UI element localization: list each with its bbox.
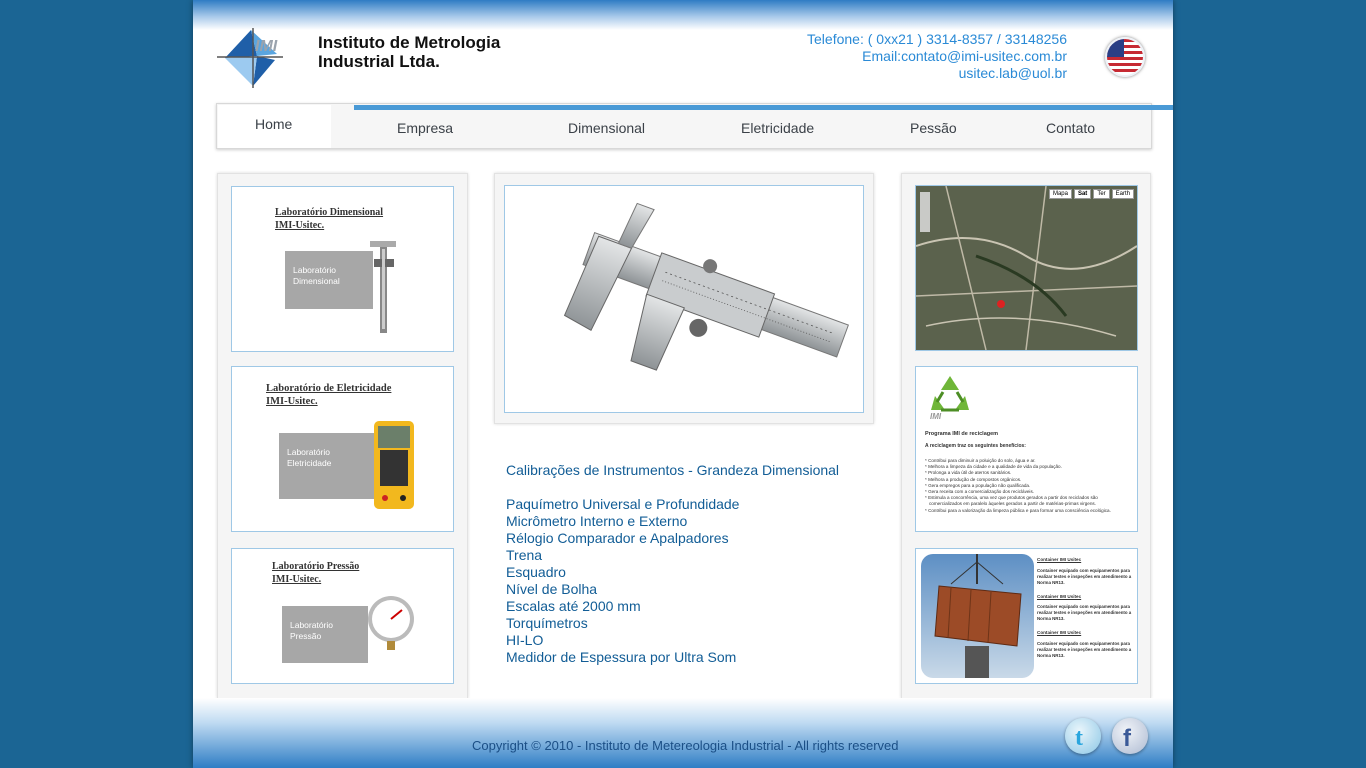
map-button-sat[interactable]: Sat (1073, 189, 1092, 199)
lab-card-title: Laboratório de Eletricidade IMI-Usitec. (266, 382, 391, 408)
email-link[interactable]: Email:contato@imi-usitec.com.br (807, 48, 1067, 65)
list-item: Micrômetro Interno e Externo (506, 513, 688, 529)
copyright-text: Copyright © 2010 - Instituto de Metereol… (472, 738, 899, 753)
recycle-card[interactable]: IMI Programa IMI de reciclagem A recicla… (915, 366, 1138, 532)
nav-item-empresa[interactable]: Empresa (397, 120, 453, 136)
lab-card-label-box: Laboratório Pressão (282, 606, 368, 663)
container-block-text: Container equipado com equipamentos para… (1037, 567, 1132, 585)
container-block-title: Container IMI Usitec (1037, 593, 1082, 599)
nav-item-home[interactable]: Home (255, 116, 292, 132)
lab-card-title-line1: Laboratório de Eletricidade (266, 383, 392, 394)
page-container: IMI Instituto de Metrologia Industrial L… (193, 0, 1173, 768)
caliper-icon (370, 241, 396, 333)
list-item: Esquadro (506, 564, 566, 580)
phone-text: Telefone: ( 0xx21 ) 3314-8357 / 33148256 (807, 31, 1067, 47)
top-gradient (193, 0, 1173, 30)
lab-card-label-box: Laboratório Eletricidade (279, 433, 375, 499)
list-item: Trena (506, 547, 543, 563)
recycle-bullet: * Contribui para a valorização da limpez… (925, 507, 1111, 513)
lab-card-dimensional[interactable]: Laboratório Dimensional IMI-Usitec. Labo… (231, 186, 454, 352)
container-card[interactable]: Container IMI Usitec Container equipado … (915, 548, 1138, 684)
footer-gradient (193, 698, 1173, 768)
us-flag-graphic (1107, 39, 1143, 75)
lab-card-eletricidade[interactable]: Laboratório de Eletricidade IMI-Usitec. … (231, 366, 454, 532)
lab-card-title-line1: Laboratório Dimensional (275, 207, 384, 218)
list-item: Rélogio Comparador e Apalpadores (506, 530, 729, 546)
lab-box-line1: Laboratório (287, 447, 331, 457)
lab-box-line1: Laboratório (290, 620, 334, 630)
lab-card-title-line2: IMI-Usitec. (272, 574, 322, 585)
satellite-map-icon (915, 185, 1138, 351)
multimeter-icon (374, 421, 414, 509)
container-text: Container IMI Usitec Container equipado … (1037, 557, 1135, 659)
svg-text:t: t (1075, 725, 1083, 751)
recycle-title: Programa IMI de reciclagem (925, 431, 999, 437)
twitter-icon[interactable]: t (1065, 718, 1101, 754)
pressure-gauge-icon (368, 596, 414, 650)
nav-item-pressao[interactable]: Pessão (910, 120, 957, 136)
lab-box-line2: Eletricidade (287, 458, 332, 468)
map-widget[interactable]: Mapa Sat Ter Earth (915, 185, 1138, 351)
contact-info: Telefone: ( 0xx21 ) 3314-8357 / 33148256… (807, 31, 1067, 82)
map-button-ter[interactable]: Ter (1093, 189, 1110, 199)
container-block-text: Container equipado com equipamentos para… (1037, 604, 1132, 621)
facebook-icon[interactable]: f (1112, 718, 1148, 754)
container-block-text: Container equipado com equipamentos para… (1037, 640, 1132, 658)
email-link-2[interactable]: usitec.lab@uol.br (807, 65, 1067, 82)
main-navigation: Home Empresa Dimensional Eletricidade Pe… (216, 103, 1173, 149)
lab-box-line2: Pressão (290, 631, 322, 641)
list-item: HI-LO (506, 632, 544, 648)
list-item: Torquímetros (506, 615, 588, 631)
lab-box-line2: Dimensional (293, 276, 340, 286)
us-flag-icon[interactable] (1105, 37, 1145, 77)
recycle-bullets: * Contribui para diminuir a poluição do … (925, 458, 1135, 514)
lab-card-title-line1: Laboratório Pressão (272, 561, 360, 572)
recycle-icon (931, 376, 969, 412)
list-item: Nível de Bolha (506, 581, 598, 597)
lab-card-pressao[interactable]: Laboratório Pressão IMI-Usitec. Laborató… (231, 548, 454, 684)
container-crane-photo-icon (921, 554, 1034, 678)
list-item: Paquímetro Universal e Profundidade (506, 496, 740, 512)
container-block-title: Container IMI Usitec (1037, 630, 1082, 635)
lab-card-label-box: Laboratório Dimensional (285, 251, 373, 309)
logo-title-line2: Industrial Ltda. (318, 52, 440, 71)
list-item: Escalas até 2000 mm (506, 598, 641, 614)
logo-title: Instituto de Metrologia Industrial Ltda. (318, 33, 500, 71)
map-button-mapa[interactable]: Mapa (1048, 189, 1072, 199)
lab-card-title-line2: IMI-Usitec. (266, 396, 318, 407)
logo-title-line1: Instituto de Metrologia (318, 33, 501, 52)
caliper-photo-icon (563, 202, 849, 371)
lab-card-title: Laboratório Pressão IMI-Usitec. (272, 560, 359, 586)
recycle-subtitle: A reciclagem traz os seguintes benefício… (925, 443, 1026, 449)
lab-box-line1: Laboratório (293, 265, 337, 275)
nav-accent-bar (354, 105, 1173, 110)
lab-card-title: Laboratório Dimensional IMI-Usitec. (275, 206, 383, 232)
twitter-glyph: t (1075, 725, 1083, 751)
svg-text:IMI: IMI (255, 38, 278, 55)
calibration-heading: Calibrações de Instrumentos - Grandeza D… (506, 462, 840, 478)
nav-item-eletricidade[interactable]: Eletricidade (741, 120, 814, 136)
caliper-photo (504, 185, 864, 413)
svg-text:f: f (1123, 725, 1132, 752)
list-item: Medidor de Espessura por Ultra Som (506, 649, 737, 665)
map-button-earth[interactable]: Earth (1111, 189, 1134, 199)
container-block-title: Container IMI Usitec (1037, 557, 1082, 562)
imi-logo-icon: IMI (217, 28, 283, 88)
recycle-logo-text: IMI (930, 412, 942, 421)
nav-item-dimensional[interactable]: Dimensional (568, 120, 645, 136)
lab-card-title-line2: IMI-Usitec. (275, 220, 325, 231)
facebook-glyph: f (1123, 725, 1132, 752)
map-type-buttons: Mapa Sat Ter Earth (1048, 189, 1134, 199)
calibration-list: Calibrações de Instrumentos - Grandeza D… (506, 462, 839, 666)
nav-item-contato[interactable]: Contato (1046, 120, 1095, 136)
